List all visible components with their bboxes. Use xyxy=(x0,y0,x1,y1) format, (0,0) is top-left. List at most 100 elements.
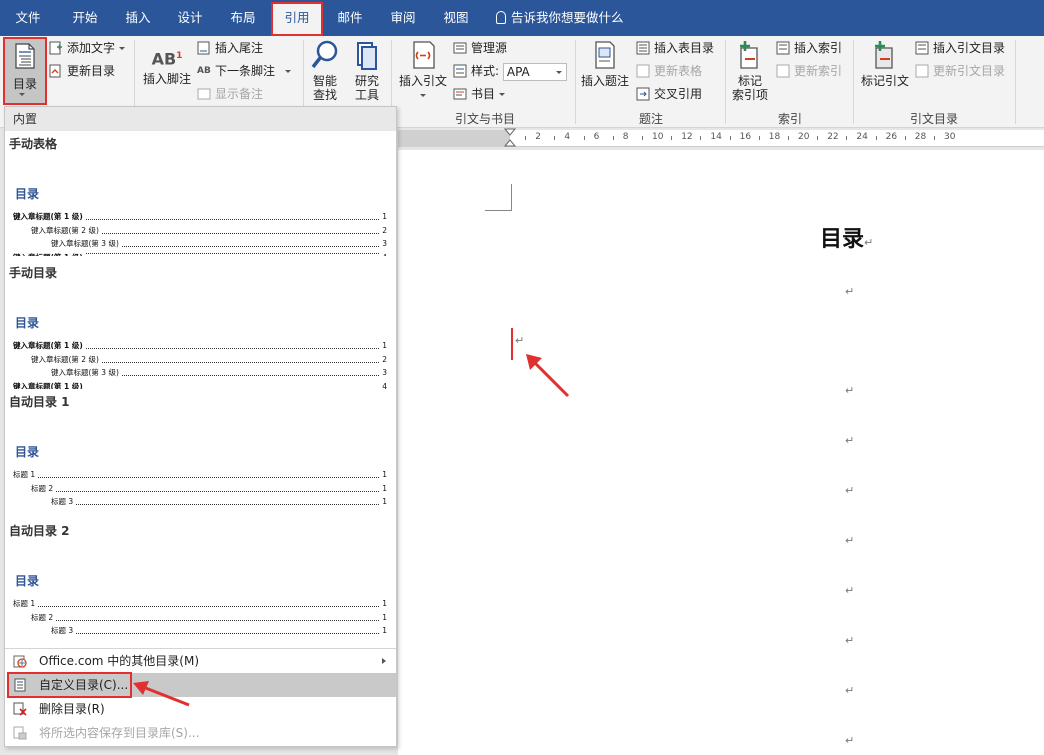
add-text-button[interactable]: 添加文字 xyxy=(49,38,126,58)
group-label-index: 索引 xyxy=(777,112,802,126)
caption-icon xyxy=(595,41,615,69)
toc-gallery-item[interactable]: 手动目录 目录 键入章标题(第 1 级) 1 键入章标题(第 2 级) 2 键入章标题(第 … xyxy=(5,260,396,389)
toc-button-label: 目录 xyxy=(13,77,38,91)
document-title: 目录 xyxy=(820,227,865,252)
ruler-number: 26 xyxy=(885,132,898,142)
ruler-number: 24 xyxy=(856,132,868,142)
tab-home[interactable]: 开始 xyxy=(62,0,108,36)
toc-line-page: 2 xyxy=(380,353,387,365)
group-label-captions: 题注 xyxy=(638,112,663,126)
tab-mailings[interactable]: 邮件 xyxy=(328,0,372,36)
toc-gallery-item[interactable]: 自动目录 2 目录 标题 1 1 标题 2 1 标题 31 xyxy=(5,518,396,647)
researcher-button[interactable]: 研究 工具 xyxy=(348,40,386,102)
tab-review[interactable]: 审阅 xyxy=(381,0,425,36)
tab-layout[interactable]: 布局 xyxy=(221,0,265,36)
toc-preview-line: 标题 1 1 xyxy=(13,469,387,480)
citation-icon xyxy=(413,41,435,69)
paragraph-mark: ↵ xyxy=(515,334,525,347)
cross-reference-button[interactable]: 交叉引用 xyxy=(636,84,702,104)
more-toc-from-office-item[interactable]: Office.com 中的其他目录(M) xyxy=(7,649,396,673)
toc-gallery-item[interactable]: 手动表格 目录 键入章标题(第 1 级) 1 键入章标题(第 2 级) 2 键入章标题(第 … xyxy=(5,131,396,260)
show-notes-label: 显示备注 xyxy=(215,87,264,101)
style-selector[interactable]: 样式: APA xyxy=(453,61,567,81)
bibliography-button[interactable]: 书目 xyxy=(453,84,506,104)
tab-view[interactable]: 视图 xyxy=(434,0,478,36)
toc-document-icon xyxy=(15,43,35,69)
update-icon xyxy=(49,64,61,78)
insert-table-of-figures-button[interactable]: 插入表目录 xyxy=(636,38,714,58)
update-toa-label: 更新引文目录 xyxy=(933,64,1006,78)
insert-caption-button[interactable]: 插入题注 xyxy=(578,40,632,88)
group-label-authorities: 引文目录 xyxy=(909,112,958,126)
toc-line-page: 3 xyxy=(380,238,387,250)
update-table-button[interactable]: 更新表格 xyxy=(636,61,702,81)
text-cursor xyxy=(511,328,513,360)
next-footnote-button[interactable]: AB 下一条脚注 xyxy=(197,61,292,81)
save-selection-to-gallery-item[interactable]: 将所选内容保存到目录库(S)... xyxy=(7,721,396,745)
insert-footnote-button[interactable]: AB1 插入脚注 xyxy=(140,44,194,86)
toc-preview-line: 键入章标题(第 3 级) 3 xyxy=(51,367,387,379)
ruler-number: 28 xyxy=(914,132,927,142)
toc-preview: 目录 标题 1 1 标题 2 1 标题 3 1 xyxy=(13,389,389,518)
save-to-gallery-icon xyxy=(13,726,27,740)
remove-toc-item[interactable]: 删除目录(R) xyxy=(7,697,396,721)
ruler-tick xyxy=(934,136,935,140)
toc-leader-dots xyxy=(31,619,387,621)
highlight-box xyxy=(7,672,132,698)
table-of-figures-icon xyxy=(636,41,650,55)
smart-lookup-label-2: 查找 xyxy=(312,88,337,102)
ruler-number: 2 xyxy=(535,132,541,142)
submenu-arrow-icon xyxy=(382,658,386,664)
mark-entry-button[interactable]: 标记 索引项 xyxy=(728,40,772,102)
manage-sources-button[interactable]: 管理源 xyxy=(453,38,507,58)
ruler-tick xyxy=(817,136,819,140)
crop-mark xyxy=(485,184,512,211)
ruler-tick xyxy=(729,136,731,140)
toc-line-page: 2 xyxy=(380,224,387,236)
toc-line-page: 1 xyxy=(380,482,387,494)
toc-preview-line: 标题 3 1 xyxy=(51,625,387,637)
tab-insert[interactable]: 插入 xyxy=(116,0,160,36)
smart-lookup-button[interactable]: 智能 查找 xyxy=(306,40,344,102)
update-index-button[interactable]: 更新索引 xyxy=(776,61,842,81)
toc-leader-dots xyxy=(51,633,387,635)
update-index-icon xyxy=(776,64,790,78)
insert-toa-button[interactable]: 插入引文目录 xyxy=(915,38,1005,58)
ruler-number: 16 xyxy=(739,132,752,142)
tell-me-search[interactable]: 告诉我你想要做什么 xyxy=(496,0,624,36)
mark-citation-button[interactable]: 标记引文 xyxy=(858,40,912,88)
toc-preview-title: 目录 xyxy=(15,187,40,201)
style-dropdown[interactable]: APA xyxy=(502,62,567,81)
tab-file[interactable]: 文件 xyxy=(6,0,50,36)
toc-line-page: 4 xyxy=(380,251,387,256)
insert-caption-label: 插入题注 xyxy=(580,74,629,88)
ruler-tick xyxy=(525,136,527,140)
style-value: APA xyxy=(506,64,530,79)
manage-sources-label: 管理源 xyxy=(471,41,508,55)
toc-gallery-item[interactable]: 自动目录 1 目录 标题 1 1 标题 2 1 标题 31 xyxy=(5,389,396,518)
insert-citation-button[interactable]: 插入引文 xyxy=(396,40,450,102)
tab-references[interactable]: 引用 xyxy=(271,2,323,36)
paragraph-mark: ↵ xyxy=(845,484,855,497)
paragraph-mark: ↵ xyxy=(845,734,855,747)
tab-design[interactable]: 设计 xyxy=(168,0,212,36)
update-toc-button[interactable]: 更新目录 xyxy=(49,61,115,81)
group-separator xyxy=(853,40,854,124)
group-separator xyxy=(575,40,576,124)
toc-line-page: 1 xyxy=(380,625,387,637)
toc-button[interactable]: 目录 xyxy=(3,37,47,105)
show-notes-button[interactable]: 显示备注 xyxy=(197,84,263,104)
gallery-header: 内置 xyxy=(5,107,396,131)
toc-leader-dots xyxy=(51,504,387,506)
toc-line-text: 键入章标题(第 1 级) xyxy=(13,252,85,256)
cross-reference-icon xyxy=(636,87,650,101)
ruler-tick xyxy=(554,136,556,140)
insert-index-button[interactable]: 插入索引 xyxy=(776,38,842,58)
toc-preview-line: 标题 2 1 xyxy=(31,611,387,623)
indent-marker-icon[interactable] xyxy=(504,128,516,148)
update-toa-button[interactable]: 更新引文目录 xyxy=(915,61,1005,81)
document-page[interactable]: 目录↵ ↵ ↵ ↵ ↵ ↵ ↵ ↵ ↵ ↵ ↵ xyxy=(398,150,1044,755)
book-icon xyxy=(357,42,377,70)
horizontal-ruler[interactable]: 2 4 6 8 10 12 14 16 18 20 22 24 26 28 30 xyxy=(398,128,1044,148)
insert-endnote-button[interactable]: 插入尾注 xyxy=(197,38,263,58)
